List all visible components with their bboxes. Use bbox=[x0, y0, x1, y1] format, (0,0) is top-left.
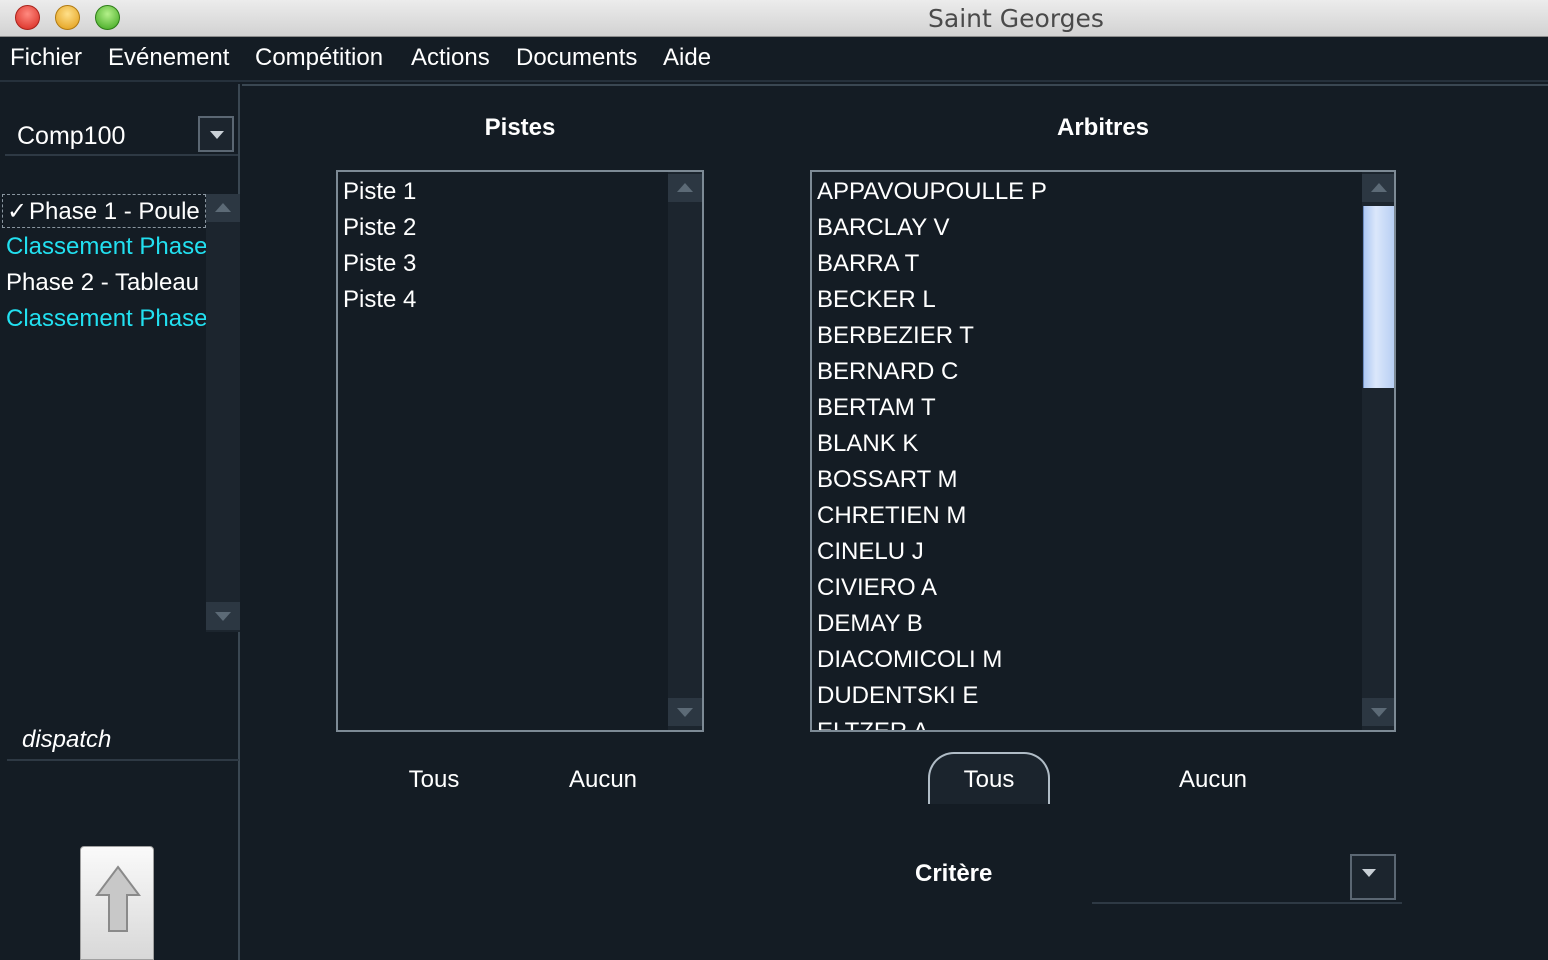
phase-item-2[interactable]: Classement Phase bbox=[6, 230, 207, 264]
scroll-down-icon[interactable] bbox=[668, 698, 702, 726]
list-item[interactable]: CHRETIEN M bbox=[817, 498, 966, 534]
list-item[interactable]: BERBEZIER T bbox=[817, 318, 974, 354]
window-title: Saint Georges bbox=[928, 4, 1104, 33]
pistes-scrollbar[interactable] bbox=[668, 172, 702, 730]
critere-label: Critère bbox=[915, 860, 993, 887]
competition-select-value[interactable]: Comp100 bbox=[17, 122, 125, 151]
scroll-up-icon[interactable] bbox=[206, 194, 240, 222]
scroll-up-icon[interactable] bbox=[1362, 174, 1394, 202]
list-item[interactable]: CIVIERO A bbox=[817, 570, 937, 606]
list-item[interactable]: DUDENTSKI E bbox=[817, 678, 978, 714]
phase-list-scrollbar[interactable] bbox=[206, 194, 240, 632]
list-item[interactable]: Piste 4 bbox=[343, 282, 416, 318]
pistes-list[interactable]: Piste 1 Piste 2 Piste 3 Piste 4 bbox=[336, 170, 704, 732]
pistes-all-button[interactable]: Tous bbox=[394, 766, 474, 794]
list-item[interactable]: BOSSART M bbox=[817, 462, 957, 498]
list-item[interactable]: Piste 3 bbox=[343, 246, 416, 282]
phase-item-4[interactable]: Classement Phase bbox=[6, 302, 207, 336]
list-item[interactable]: BERTAM T bbox=[817, 390, 936, 426]
phase-item-label: Phase 1 - Poule bbox=[29, 198, 200, 225]
checkmark-icon: ✓ bbox=[7, 198, 28, 225]
competition-select-underline bbox=[5, 154, 238, 156]
competition-dropdown-button[interactable] bbox=[198, 116, 234, 152]
list-item[interactable]: ELTZER A bbox=[817, 714, 929, 730]
scroll-up-icon[interactable] bbox=[668, 174, 702, 202]
arbitres-title: Arbitres bbox=[1056, 114, 1150, 141]
menu-competition[interactable]: Compétition bbox=[255, 44, 383, 72]
scrollbar-thumb[interactable] bbox=[1363, 206, 1394, 388]
list-item[interactable]: BLANK K bbox=[817, 426, 918, 462]
menu-evenement[interactable]: Evénement bbox=[108, 44, 229, 72]
main-panel: Pistes Piste 1 Piste 2 Piste 3 Piste 4 T… bbox=[242, 84, 1548, 960]
phase-list: ✓Phase 1 - Poule Classement Phase Phase … bbox=[0, 194, 208, 614]
sidebar: Comp100 ✓Phase 1 - Poule Classement Phas… bbox=[0, 84, 240, 960]
phase-item-1[interactable]: ✓Phase 1 - Poule bbox=[2, 194, 206, 228]
up-arrow-icon bbox=[95, 865, 141, 932]
menu-bar: Fichier Evénement Compétition Actions Do… bbox=[0, 38, 1548, 82]
list-item[interactable]: BARCLAY V bbox=[817, 210, 950, 246]
title-bar: Saint Georges bbox=[0, 0, 1548, 37]
pistes-title: Pistes bbox=[484, 114, 556, 141]
list-item[interactable]: APPAVOUPOULLE P bbox=[817, 174, 1047, 210]
list-item[interactable]: DEMAY B bbox=[817, 606, 923, 642]
list-item[interactable]: Piste 2 bbox=[343, 210, 416, 246]
list-item[interactable]: BERNARD C bbox=[817, 354, 958, 390]
scroll-down-icon[interactable] bbox=[206, 602, 240, 630]
critere-select-underline bbox=[1092, 902, 1402, 904]
menu-documents[interactable]: Documents bbox=[516, 44, 637, 72]
arbitres-list[interactable]: APPAVOUPOULLE P BARCLAY V BARRA T BECKER… bbox=[810, 170, 1396, 732]
move-up-button[interactable] bbox=[80, 846, 154, 960]
list-item[interactable]: Piste 1 bbox=[343, 174, 416, 210]
phase-item-3[interactable]: Phase 2 - Tableau bbox=[6, 266, 199, 300]
dispatch-label: dispatch bbox=[22, 726, 112, 753]
scroll-down-icon[interactable] bbox=[1362, 698, 1394, 726]
list-item[interactable]: CINELU J bbox=[817, 534, 924, 570]
list-item[interactable]: DIACOMICOLI M bbox=[817, 642, 1002, 678]
list-item[interactable]: BECKER L bbox=[817, 282, 936, 318]
menu-actions[interactable]: Actions bbox=[411, 44, 490, 72]
arbitres-all-button[interactable]: Tous bbox=[928, 752, 1050, 804]
arbitres-all-label: Tous bbox=[963, 766, 1015, 793]
arbitres-none-button[interactable]: Aucun bbox=[1168, 766, 1258, 794]
critere-dropdown-button[interactable] bbox=[1350, 854, 1396, 900]
arbitres-scrollbar[interactable] bbox=[1362, 172, 1394, 730]
dispatch-separator bbox=[7, 759, 239, 761]
menu-fichier[interactable]: Fichier bbox=[10, 44, 82, 72]
list-item[interactable]: BARRA T bbox=[817, 246, 919, 282]
menu-aide[interactable]: Aide bbox=[663, 44, 711, 72]
pistes-none-button[interactable]: Aucun bbox=[558, 766, 648, 794]
